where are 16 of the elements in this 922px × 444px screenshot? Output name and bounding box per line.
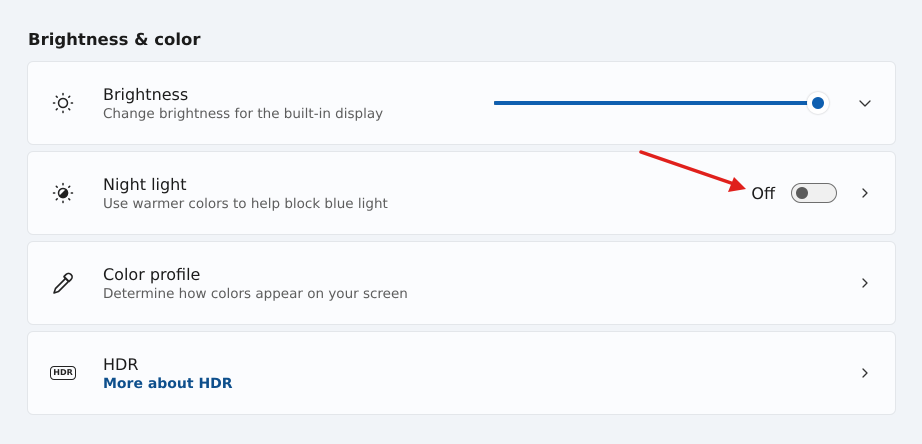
hdr-icon: HDR <box>50 366 76 380</box>
toggle-state-label: Off <box>751 184 775 202</box>
setting-description: Use warmer colors to help block blue light <box>103 196 389 212</box>
toggle-switch[interactable] <box>791 183 837 203</box>
section-heading: Brightness & color <box>28 30 202 49</box>
setting-title: HDR <box>103 354 140 374</box>
setting-title: Brightness <box>103 84 190 104</box>
sun-icon <box>51 91 75 115</box>
slider-thumb[interactable] <box>807 92 829 114</box>
setting-title: Color profile <box>103 264 202 284</box>
setting-description: Change brightness for the built-in display <box>103 106 384 122</box>
more-info-link[interactable]: More about HDR <box>103 376 233 392</box>
half-moon-sun-icon <box>51 181 75 205</box>
eyedropper-icon <box>50 270 76 296</box>
setting-title: Night light <box>103 174 188 194</box>
setting-description: Determine how colors appear on your screen <box>103 286 409 302</box>
